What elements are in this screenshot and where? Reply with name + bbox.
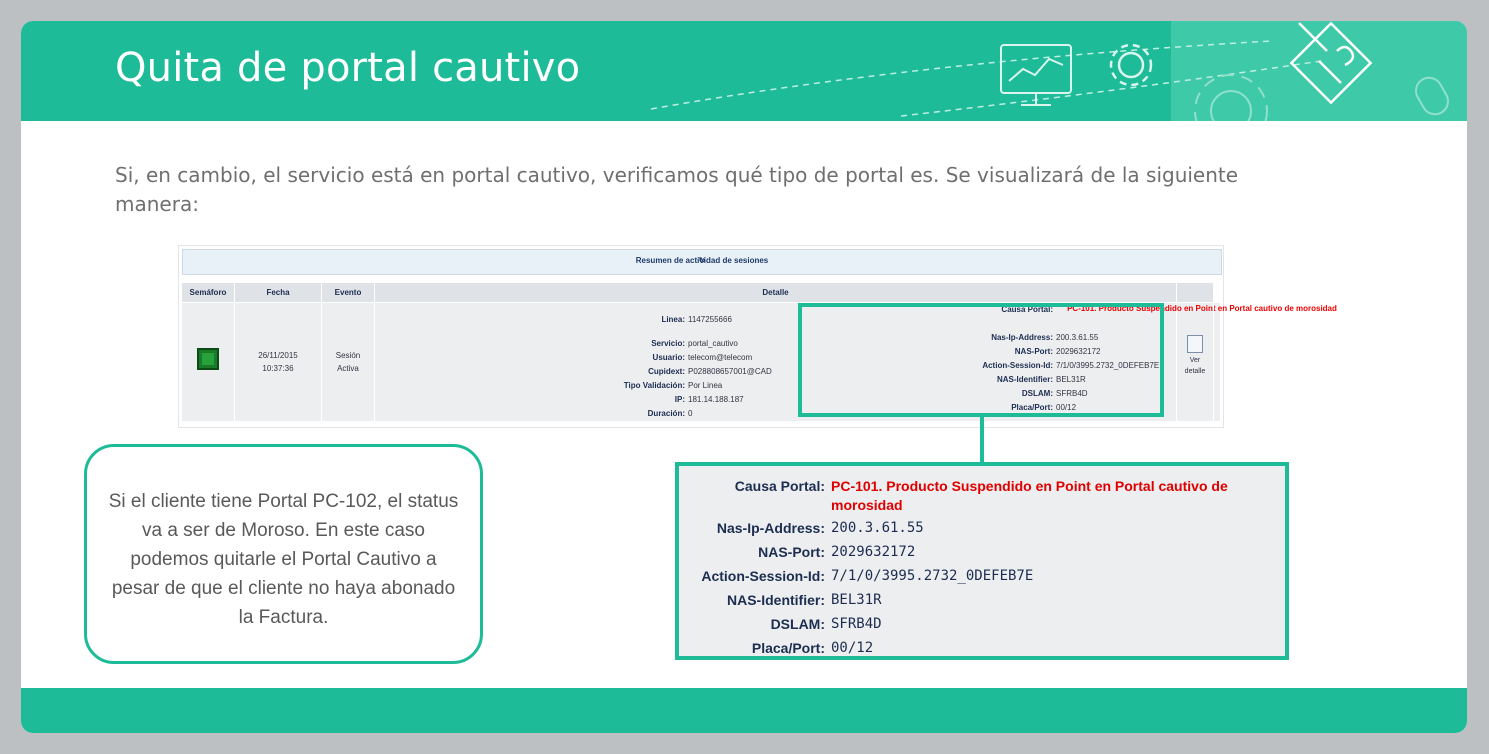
session-detail-key: Duración: [647,409,685,418]
ver-detalle-line1[interactable]: Ver [1177,355,1213,366]
zoom-portal-value: 7/1/0/3995.2732_0DEFEB7E [831,568,1034,584]
portal-details-zoom: Causa Portal: PC-101. Producto Suspendid… [675,462,1289,660]
evento-line2: Activa [337,364,359,373]
session-detail-value: portal_cautivo [688,339,738,348]
zoom-portal-key: Nas-Ip-Address: [716,520,825,536]
fecha-date: 26/11/2015 [258,351,298,360]
session-detail-value: Por Linea [688,381,723,390]
page-title: Quita de portal cautivo [115,45,581,91]
zoom-portal-value: 200.3.61.55 [831,520,924,536]
header-band: Quita de portal cautivo [21,21,1467,121]
zoom-portal-key: NAS-Identifier: [727,592,825,608]
session-detail-key: Usuario: [652,353,685,362]
session-detail-key: Cupidext: [648,367,685,376]
session-detail-value: 0 [688,409,693,418]
zoom-portal-key: Action-Session-Id: [701,568,825,584]
col-actions [1177,283,1214,302]
col-detalle: Detalle [375,283,1177,302]
gear-icon [1109,43,1153,87]
slide: Quita de portal cautivo Si, en cambio, e… [21,21,1467,733]
col-semaforo: Semáforo [182,283,235,302]
traffic-light-icon [197,348,219,370]
session-detail-key: Tipo Validación: [623,381,685,390]
zoom-portal-value: 2029632172 [831,544,916,560]
zoom-portal-key: NAS-Port: [758,544,825,560]
evento-line1: Sesión [335,351,361,360]
zoom-portal-key: Placa/Port: [751,640,825,656]
highlight-small [798,303,1164,417]
session-detail-key: IP: [674,395,685,404]
zoom-portal-value: BEL31R [831,592,882,608]
intro-text: Si, en cambio, el servicio está en porta… [115,163,1239,216]
monitor-chart-icon [1000,44,1072,106]
session-detail-value: P028808657001@CAD [688,367,772,376]
session-detail-value: 181.14.188.187 [688,395,744,404]
semaforo-cell [182,303,235,421]
actions-cell: Ver detalle [1177,303,1214,421]
session-detail-key: Servicio: [651,339,685,348]
session-detail-key: Linea: [661,315,685,324]
callout-text: Si el cliente tiene Portal PC-102, el st… [108,491,459,628]
col-evento: Evento [322,283,375,302]
refresh-icon[interactable]: ↻ [183,256,1221,265]
zoom-causa-value: PC-101. Producto Suspendido en Point en … [831,478,1228,513]
evento-cell: Sesión Activa [322,303,375,421]
col-fecha: Fecha [235,283,322,302]
document-magnifier-icon[interactable] [1187,335,1203,353]
zoom-portal-value: SFRB4D [831,616,882,632]
callout-box: Si el cliente tiene Portal PC-102, el st… [84,444,483,664]
session-detail-value: telecom@telecom [688,353,753,362]
summary-title-bar: Resumen de actividad de sesiones ↻ [182,249,1222,275]
zoom-causa-key: Causa Portal: [734,478,825,494]
footer-band [21,688,1467,733]
fecha-cell: 26/11/2015 10:37:36 [235,303,322,421]
zoom-portal-key: DSLAM: [770,616,825,632]
session-detail-value: 1147255666 [688,315,732,324]
zoom-portal-value: 00/12 [831,640,874,656]
fecha-time: 10:37:36 [262,364,294,373]
ver-detalle-line2[interactable]: detalle [1177,366,1213,377]
connector-line [980,417,984,463]
